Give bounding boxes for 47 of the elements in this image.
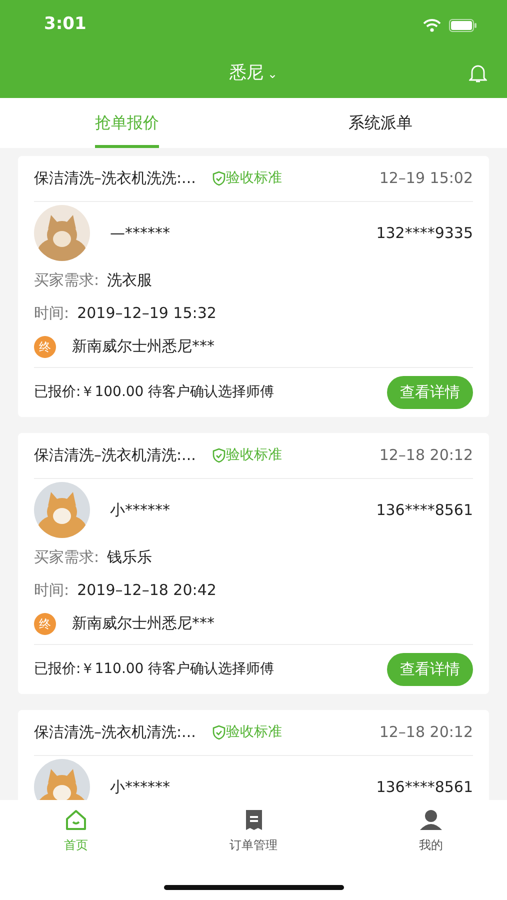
- customer-name: 小******: [110, 500, 170, 521]
- city-selector[interactable]: 悉尼: [229, 61, 264, 87]
- demand-label: 买家需求:: [34, 270, 100, 292]
- end-badge: 终: [34, 612, 56, 634]
- order-title: 保洁清洗–洗衣机清洗:...: [34, 722, 196, 744]
- demand-value: 洗衣服: [107, 270, 152, 292]
- order-date: 12–19 15:02: [379, 168, 473, 190]
- demand-label: 买家需求:: [34, 547, 100, 568]
- battery-icon: [449, 18, 477, 32]
- customer-name: 小******: [110, 776, 170, 798]
- nav-tab[interactable]: 订单管理: [194, 800, 314, 900]
- status-time: 3:01: [44, 13, 86, 36]
- dropdown-glyph[interactable]: ⌄: [267, 65, 278, 83]
- time-label: 时间:: [34, 303, 70, 324]
- address: 新南威尔士州悉尼***: [72, 613, 214, 634]
- order-title: 保洁清洗–洗衣机清洗:...: [34, 445, 196, 466]
- shield-check-icon: [212, 171, 226, 186]
- end-badge: 终: [34, 336, 56, 358]
- demand-value: 钱乐乐: [107, 547, 152, 568]
- time-value: 2019–12–18 20:42: [77, 580, 216, 602]
- acceptance-standard-link[interactable]: 验收标准: [226, 445, 282, 466]
- quote-status: 已报价:￥100.00 待客户确认选择师傅: [34, 383, 274, 402]
- phone-number: 136****8561: [376, 500, 473, 521]
- tab[interactable]: 抢单报价: [94, 98, 159, 148]
- shield-check-icon: [212, 448, 226, 463]
- customer-name: —******: [110, 222, 170, 244]
- time-label: 时间:: [34, 580, 70, 602]
- order-date: 12–18 20:12: [379, 722, 473, 744]
- phone-number: 132****9335: [376, 222, 473, 244]
- order-title: 保洁清洗–洗衣机洗洗:...: [34, 168, 196, 190]
- tab[interactable]: 系统派单: [348, 98, 412, 148]
- nav-tab[interactable]: 首页: [16, 800, 136, 900]
- address: 新南威尔士州悉尼***: [72, 336, 214, 358]
- acceptance-standard-link[interactable]: 验收标准: [226, 168, 282, 189]
- nav-tab[interactable]: 我的: [371, 800, 491, 900]
- order-date: 12–18 20:12: [379, 445, 473, 466]
- person-icon: [419, 808, 443, 832]
- acceptance-standard-link[interactable]: 验收标准: [226, 722, 282, 743]
- home-icon: [64, 808, 88, 832]
- view-details-button[interactable]: 查看详情: [387, 653, 473, 686]
- quote-status: 已报价:￥110.00 待客户确认选择师傅: [34, 660, 274, 679]
- phone-number: 136****8561: [376, 776, 473, 798]
- notification-bell-icon[interactable]: [469, 64, 487, 84]
- shield-check-icon: [212, 725, 226, 740]
- view-details-button[interactable]: 查看详情: [387, 376, 473, 409]
- time-value: 2019–12–19 15:32: [77, 303, 216, 324]
- wifi-icon: [423, 18, 441, 32]
